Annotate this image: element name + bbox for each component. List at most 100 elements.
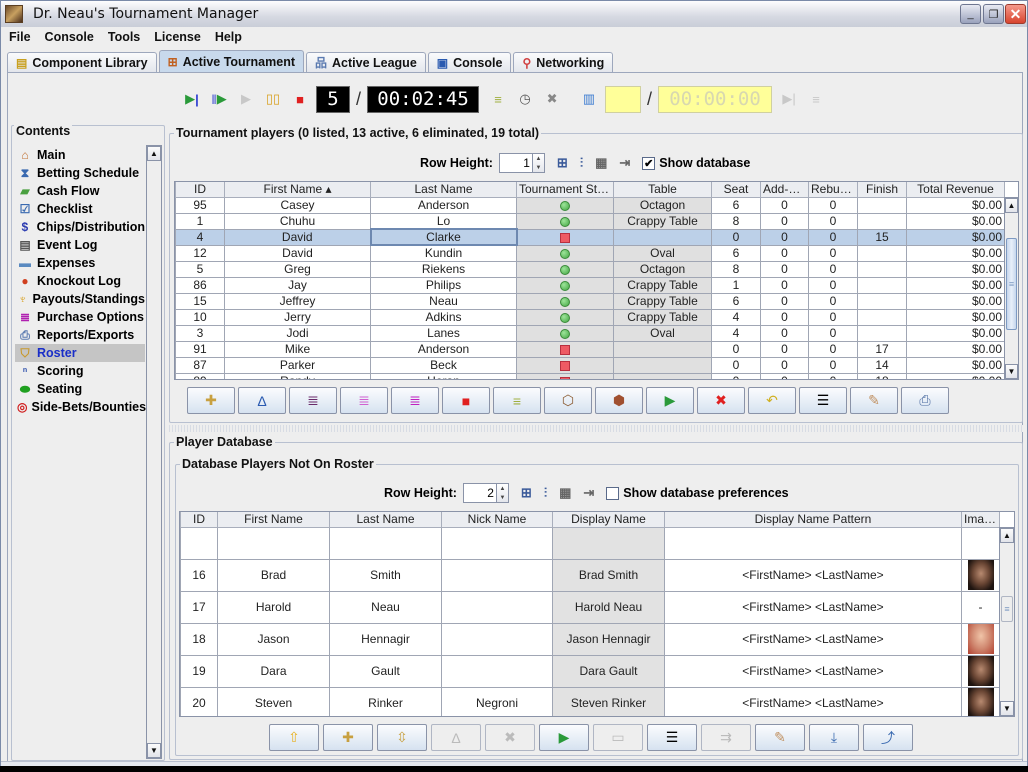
sidebar-item-betting-schedule[interactable]: ⧗ Betting Schedule <box>15 164 145 182</box>
seat-player-button[interactable]: ⬡ <box>544 387 592 414</box>
sidebar-item-reports-exports[interactable]: ⎙ Reports/Exports <box>15 326 145 344</box>
minimize-button[interactable]: _ <box>960 4 981 24</box>
clock-icon[interactable]: ◷ <box>514 88 536 110</box>
undo-button[interactable]: ↶ <box>748 387 796 414</box>
reinstate-button[interactable]: ▶ <box>646 387 694 414</box>
table-row[interactable]: 17 Harold Neau Harold Neau <FirstName> <Last… <box>180 590 1000 624</box>
addon-button[interactable]: ≣ <box>391 387 439 414</box>
scroll-down-icon[interactable]: ▼ <box>1000 701 1014 716</box>
chips-button[interactable]: ≡ <box>493 387 541 414</box>
scroll-up-icon[interactable]: ▲ <box>1005 198 1018 213</box>
column-header[interactable]: Last Name <box>370 182 517 198</box>
column-config-icon[interactable]: ▦ <box>559 485 571 501</box>
export-columns-icon[interactable]: ⇥ <box>619 155 630 171</box>
monitor-button[interactable]: ▭ <box>593 724 643 751</box>
table-row[interactable]: 3 Jodi Lanes Oval 4 0 0 $0.00 <box>175 324 1005 342</box>
db-scrollbar[interactable]: ▲ ≡ ▼ <box>999 527 1014 716</box>
table-row[interactable]: 87 Parker Beck 0 0 0 14 $0.00 <box>175 356 1005 374</box>
scroll-up-icon[interactable]: ▲ <box>1000 528 1014 543</box>
column-header[interactable]: ID <box>175 182 225 198</box>
tp-scrollbar[interactable]: ▲ ≡ ▼ <box>1004 197 1018 379</box>
edit-button[interactable]: Δ <box>431 724 481 751</box>
table-row[interactable]: 86 Jay Philips Crappy Table 1 0 0 $0.00 <box>175 276 1005 294</box>
sidebar-item-purchase-options[interactable]: ≣ Purchase Options <box>15 308 145 326</box>
row-height-spinner[interactable]: 2 ▲ ▼ <box>462 483 509 503</box>
column-header[interactable]: Display Name Pattern <box>664 512 962 528</box>
table-row[interactable]: 10 Jerry Adkins Crappy Table 4 0 0 $0.00 <box>175 308 1005 326</box>
table-row[interactable]: 89RandyHoran00018$0.00 <box>175 372 1005 379</box>
buy-in-button[interactable]: ≣ <box>289 387 337 414</box>
menu-license[interactable]: License <box>146 30 207 44</box>
table-row[interactable]: 95 Casey Anderson Octagon 6 0 0 $0.00 <box>175 196 1005 214</box>
column-header[interactable]: Add-O... <box>760 182 809 198</box>
play-icon[interactable]: ▶ <box>235 88 257 110</box>
scroll-up-icon[interactable]: ▲ <box>147 146 161 161</box>
list-button[interactable]: ☰ <box>647 724 697 751</box>
book-icon[interactable]: ▥ <box>578 88 600 110</box>
column-header[interactable]: Table <box>613 182 712 198</box>
show-database-checkbox[interactable]: ✔ <box>642 156 656 170</box>
column-header[interactable]: Total Revenue <box>906 182 1005 198</box>
remove-button[interactable]: ✖ <box>697 387 745 414</box>
levels-icon[interactable]: ≡ <box>487 88 509 110</box>
column-header[interactable]: ID <box>180 512 218 528</box>
new-multiple-button[interactable]: ⇳ <box>377 724 427 751</box>
column-header[interactable]: Rebuy ... <box>808 182 858 198</box>
rebuy-button[interactable]: ≣ <box>340 387 388 414</box>
play-button[interactable]: ▶ <box>539 724 589 751</box>
show-prefs-checkbox[interactable] <box>606 486 620 500</box>
new-player-button[interactable]: ✚ <box>187 387 235 414</box>
list-icon[interactable]: ≡ <box>805 88 827 110</box>
sidebar-item-payouts-standings[interactable]: ♆ Payouts/Standings <box>15 290 145 308</box>
add-to-roster-button[interactable]: ⇧ <box>269 724 319 751</box>
sidebar-item-expenses[interactable]: ▬ Expenses <box>15 254 145 272</box>
scroll-down-icon[interactable]: ▼ <box>1005 364 1018 379</box>
sidebar-item-roster[interactable]: ⛉ Roster <box>15 344 145 362</box>
pause-icon[interactable]: ▯▯ <box>262 88 284 110</box>
menu-file[interactable]: File <box>1 30 37 44</box>
tab-active-tournament[interactable]: ⊞ Active Tournament <box>158 50 304 72</box>
table-row[interactable]: 12 David Kundin Oval 6 0 0 $0.00 <box>175 244 1005 262</box>
sidebar-item-scoring[interactable]: ⁿ Scoring <box>15 362 145 380</box>
table-row[interactable]: 5 Greg Riekens Octagon 8 0 0 $0.00 <box>175 260 1005 278</box>
table-row[interactable]: 19 Dara Gault Dara Gault <FirstName> <LastNa… <box>180 654 1000 688</box>
tab-networking[interactable]: ⚲ Networking <box>513 52 614 72</box>
start-level-icon[interactable]: ▶ | <box>181 88 203 110</box>
table-row[interactable]: 4 David Clarke 0 0 0 15 $0.00 <box>175 228 1005 246</box>
row-height-spinner[interactable]: 1 ▲ ▼ <box>498 153 545 173</box>
column-header[interactable]: Last Name <box>329 512 442 528</box>
export-button[interactable]: ⤴ <box>863 724 913 751</box>
column-header[interactable]: First Name ▴ <box>224 182 371 198</box>
column-header[interactable]: Seat <box>711 182 761 198</box>
unseat-player-button[interactable]: ⬢ <box>595 387 643 414</box>
sidebar-item-event-log[interactable]: ▤ Event Log <box>15 236 145 254</box>
sidebar-item-chips-distribution[interactable]: $ Chips/Distribution <box>15 218 145 236</box>
tab-component-library[interactable]: ▤ Component Library <box>7 52 157 72</box>
menu-help[interactable]: Help <box>207 30 248 44</box>
table-row[interactable]: 1 Chuhu Lo Crappy Table 8 0 0 $0.00 <box>175 212 1005 230</box>
skip-icon[interactable]: ▶| <box>778 88 800 110</box>
delete-button[interactable]: ✖ <box>485 724 535 751</box>
table-row[interactable]: 20 Steven Rinker Negroni Steven Rinker <First… <box>180 686 1000 716</box>
column-header[interactable]: First Name <box>217 512 330 528</box>
sidebar-item-checklist[interactable]: ☑ Checklist <box>15 200 145 218</box>
stop-icon[interactable]: ■ <box>289 88 311 110</box>
export-columns-icon[interactable]: ⇥ <box>583 485 594 501</box>
menu-tools[interactable]: Tools <box>100 30 146 44</box>
restore-button[interactable]: ❐ <box>983 4 1004 24</box>
close-button[interactable]: ✕ <box>1005 4 1026 24</box>
scroll-thumb[interactable]: ≡ <box>1001 596 1013 622</box>
column-header[interactable]: Finish <box>857 182 907 198</box>
table-layout-icon[interactable]: ⊞ <box>557 155 568 171</box>
eliminate-button[interactable]: ■ <box>442 387 490 414</box>
tab-active-league[interactable]: 品 Active League <box>306 52 426 72</box>
column-header[interactable]: Display Name <box>552 512 665 528</box>
table-layout-icon[interactable]: ⊞ <box>521 485 532 501</box>
sidebar-item-cash-flow[interactable]: ▰ Cash Flow <box>15 182 145 200</box>
columns-icon[interactable]: ⫶ <box>580 155 583 171</box>
scroll-thumb[interactable]: ≡ <box>1006 238 1017 330</box>
columns-icon[interactable]: ⫶ <box>544 485 547 501</box>
sidebar-item-knockout-log[interactable]: ● Knockout Log <box>15 272 145 290</box>
column-header[interactable]: Tournament Sta... <box>516 182 614 198</box>
sidebar-item-main[interactable]: ⌂ Main <box>15 146 145 164</box>
